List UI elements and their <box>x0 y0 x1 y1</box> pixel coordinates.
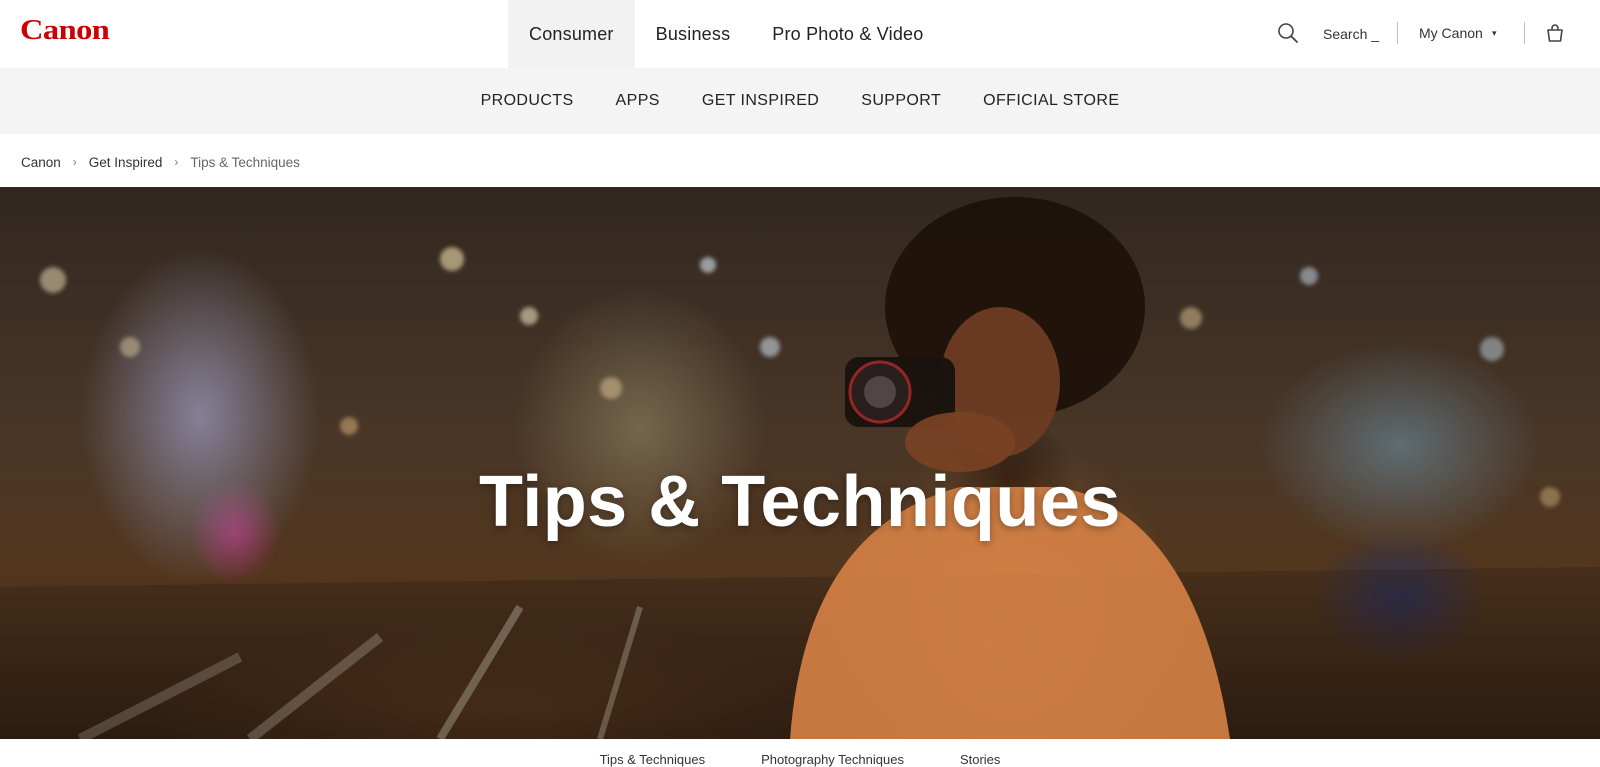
bokeh-light <box>700 257 716 273</box>
logo-text: Canon <box>20 14 110 46</box>
subtab-stories[interactable]: Stories <box>960 752 1000 767</box>
bokeh-light <box>120 337 140 357</box>
shopping-bag-icon[interactable] <box>1545 23 1565 43</box>
divider <box>1524 22 1525 44</box>
main-nav: PRODUCTS APPS GET INSPIRED SUPPORT OFFIC… <box>0 68 1600 134</box>
nav-apps[interactable]: APPS <box>616 92 660 110</box>
segment-tabs: Consumer Business Pro Photo & Video <box>508 0 944 68</box>
bokeh-light <box>520 307 538 325</box>
breadcrumb-current: Tips & Techniques <box>190 154 300 170</box>
my-canon-menu[interactable]: My Canon <box>1419 25 1483 41</box>
tab-consumer[interactable]: Consumer <box>508 0 635 68</box>
bokeh-light <box>1480 337 1504 361</box>
bokeh-light <box>1300 267 1318 285</box>
bokeh-light <box>440 247 464 271</box>
chevron-right-icon: › <box>174 155 179 169</box>
nav-get-inspired[interactable]: GET INSPIRED <box>702 92 819 110</box>
bokeh-light <box>40 267 66 293</box>
nav-official-store[interactable]: OFFICIAL STORE <box>983 92 1119 110</box>
subtab-photography-techniques[interactable]: Photography Techniques <box>761 752 904 767</box>
sub-tabs: Tips & Techniques Photography Techniques… <box>0 739 1600 767</box>
chevron-down-icon[interactable]: ▾ <box>1492 28 1497 39</box>
top-bar: Canon Consumer Business Pro Photo & Vide… <box>0 0 1600 68</box>
nav-support[interactable]: SUPPORT <box>861 92 941 110</box>
canon-logo[interactable]: Canon <box>20 14 110 47</box>
breadcrumb: Canon › Get Inspired › Tips & Techniques <box>21 152 300 172</box>
search-input[interactable]: Search _ <box>1323 26 1379 42</box>
hero-title: Tips & Techniques <box>479 462 1121 543</box>
bokeh-light <box>340 417 358 435</box>
tab-business[interactable]: Business <box>635 0 752 68</box>
chevron-right-icon: › <box>72 155 77 169</box>
tab-pro-photo-video[interactable]: Pro Photo & Video <box>751 0 944 68</box>
breadcrumb-canon[interactable]: Canon <box>21 155 61 170</box>
divider <box>1397 22 1398 44</box>
search-icon[interactable] <box>1277 22 1299 44</box>
nav-products[interactable]: PRODUCTS <box>481 92 574 110</box>
hero-banner: Tips & Techniques <box>0 187 1600 739</box>
breadcrumb-get-inspired[interactable]: Get Inspired <box>89 155 163 170</box>
subtab-tips-techniques[interactable]: Tips & Techniques <box>600 752 706 767</box>
bokeh-light <box>600 377 622 399</box>
